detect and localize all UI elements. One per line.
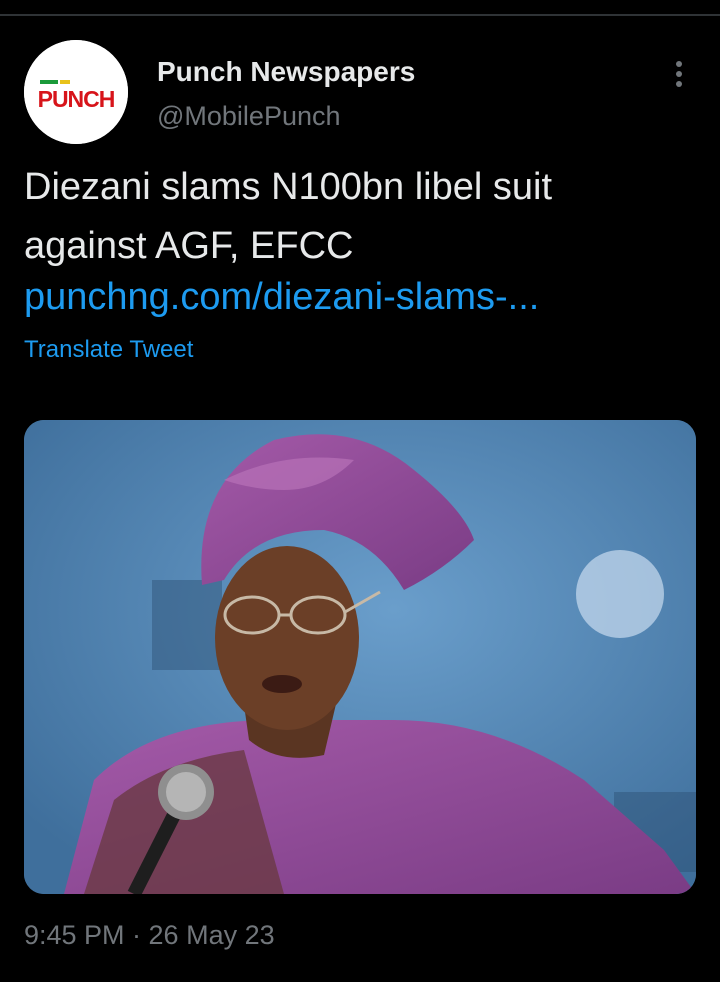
punch-logo-icon: PUNCH bbox=[24, 40, 128, 144]
avatar[interactable]: PUNCH bbox=[24, 40, 128, 144]
more-dots-icon[interactable] bbox=[664, 58, 694, 92]
tweet-text: Diezani slams N100bn libel suit against … bbox=[24, 166, 553, 267]
translate-tweet-link[interactable]: Translate Tweet bbox=[24, 336, 193, 364]
tweet-link[interactable]: punchng.com/diezani-slams-... bbox=[24, 272, 539, 322]
author-name[interactable]: Punch Newspapers bbox=[157, 56, 415, 88]
tweet-photo[interactable] bbox=[24, 420, 696, 894]
author-handle[interactable]: @MobilePunch bbox=[157, 101, 341, 132]
tweet-timestamp[interactable]: 9:45 PM · 26 May 23 bbox=[24, 920, 275, 951]
svg-text:PUNCH: PUNCH bbox=[38, 86, 115, 112]
photo-image bbox=[24, 420, 696, 894]
top-divider bbox=[0, 14, 720, 16]
